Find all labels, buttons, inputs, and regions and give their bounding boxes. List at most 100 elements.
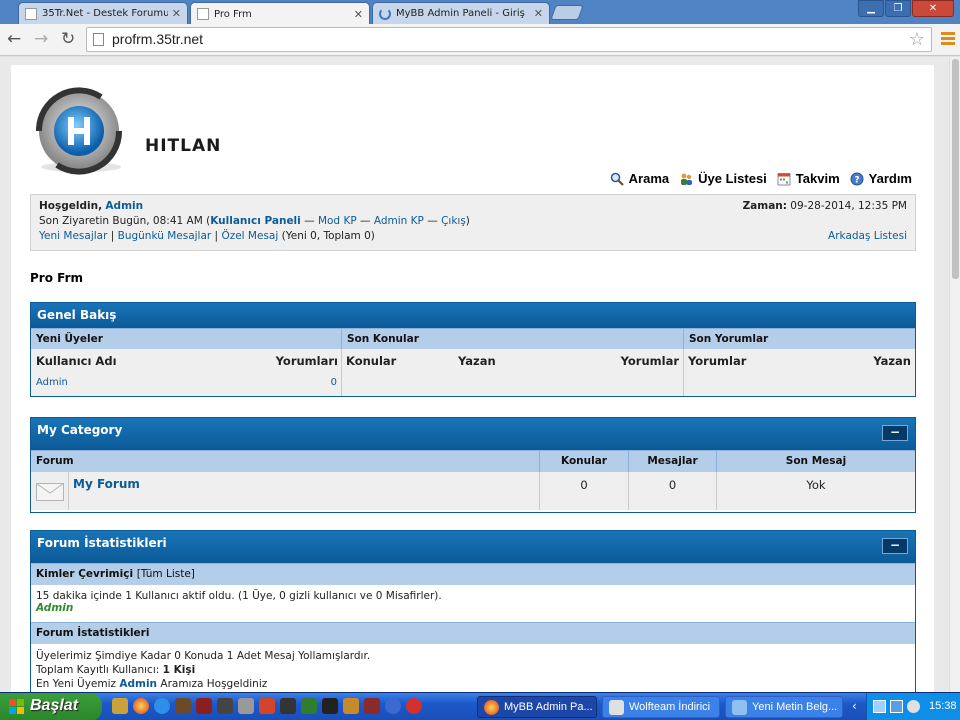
app-icon[interactable] xyxy=(343,698,359,714)
new-posts-link[interactable]: Yeni Mesajlar xyxy=(39,230,107,242)
todays-posts-link[interactable]: Bugünkü Mesajlar xyxy=(118,230,212,242)
url-text: profrm.35tr.net xyxy=(112,31,204,47)
stats-title: Forum İstatistikleri xyxy=(37,536,167,550)
app-icon[interactable] xyxy=(217,698,233,714)
mod-cp-link[interactable]: Mod KP xyxy=(318,215,357,227)
close-window-button[interactable]: ✕ xyxy=(912,0,954,17)
game-icon[interactable] xyxy=(175,698,191,714)
quick-launch xyxy=(112,698,427,714)
browser-viewport: HITLAN Arama Üye Listesi Takvim ? Yardım… xyxy=(0,57,960,692)
page-favicon-icon xyxy=(25,7,37,20)
newest-member-link[interactable]: Admin xyxy=(119,678,157,690)
help-icon: ? xyxy=(850,172,864,186)
app-icon[interactable] xyxy=(385,698,401,714)
restore-button[interactable]: ❐ xyxy=(885,0,911,17)
greeting-text: Hoşgeldin, xyxy=(39,200,103,212)
category-table: My Category − Forum Konular Mesajlar Son… xyxy=(30,417,916,513)
online-user-link[interactable]: Admin xyxy=(36,602,73,614)
tab-mybb-admin[interactable]: MyBB Admin Paneli - Giriş ✕ xyxy=(372,2,550,24)
username-link[interactable]: Admin xyxy=(105,200,143,212)
bookmark-star-icon[interactable]: ☆ xyxy=(909,29,925,50)
help-label: Yardım xyxy=(868,171,912,186)
private-messages-link[interactable]: Özel Mesaj xyxy=(221,230,278,242)
start-label: Başlat xyxy=(30,697,79,714)
site-logo[interactable]: HITLAN xyxy=(31,85,241,175)
overview-header: Genel Bakış xyxy=(31,303,915,328)
category-header: My Category − xyxy=(31,418,915,450)
volume-icon[interactable] xyxy=(907,700,920,713)
tab-title: MyBB Admin Paneli - Giriş xyxy=(396,8,525,19)
chrome-menu-icon[interactable] xyxy=(941,32,955,47)
col-forum: Forum xyxy=(31,451,540,472)
search-link[interactable]: Arama xyxy=(610,171,669,186)
collapse-button[interactable]: − xyxy=(882,425,908,441)
tab-35trnet[interactable]: 35Tr.Net - Destek Forumu ✕ xyxy=(18,2,188,24)
back-arrow-icon[interactable]: ← xyxy=(7,30,21,48)
clock[interactable]: 15:38 xyxy=(929,700,957,712)
stats-line-2: Toplam Kayıtlı Kullanıcı: 1 Kişi xyxy=(36,663,910,677)
help-link[interactable]: ? Yardım xyxy=(850,171,912,186)
tab-title: 35Tr.Net - Destek Forumu xyxy=(42,8,168,19)
app-icon[interactable] xyxy=(280,698,296,714)
task-wolfteam[interactable]: Wolfteam İndirici xyxy=(602,696,720,718)
col-posts: Yorumları xyxy=(275,354,338,368)
app-icon[interactable] xyxy=(196,698,212,714)
envelope-icon xyxy=(36,483,64,501)
ie-icon[interactable] xyxy=(154,698,170,714)
forum-link[interactable]: My Forum xyxy=(73,477,140,491)
total-members: 1 Kişi xyxy=(162,664,196,676)
col-username: Kullanıcı Adı xyxy=(36,354,117,368)
logout-link[interactable]: Çıkış xyxy=(441,215,466,227)
task-mybb-admin[interactable]: MyBB Admin Pa... xyxy=(477,696,597,718)
buddy-list-link[interactable]: Arkadaş Listesi xyxy=(828,230,907,242)
category-title[interactable]: My Category xyxy=(37,423,122,437)
close-icon[interactable]: ✕ xyxy=(172,7,181,20)
windows-logo-icon xyxy=(9,699,24,714)
vertical-scrollbar[interactable] xyxy=(949,57,960,692)
quick-links-line: Yeni Mesajlar | Bugünkü Mesajlar | Özel … xyxy=(39,230,375,242)
tab-pro-frm[interactable]: Pro Frm ✕ xyxy=(190,2,370,25)
chrome-icon[interactable] xyxy=(133,698,149,714)
scroll-thumb[interactable] xyxy=(952,59,959,279)
user-panel-link[interactable]: Kullanıcı Paneli xyxy=(210,215,301,227)
network-icon[interactable] xyxy=(873,700,886,713)
stats-line-1: Üyelerimiz Şimdiye Kadar 0 Konuda 1 Adet… xyxy=(36,650,371,662)
col-posts-title: Yorumlar xyxy=(688,354,747,368)
member-admin-link[interactable]: Admin xyxy=(36,377,68,388)
reload-icon[interactable]: ↻ xyxy=(61,30,75,48)
hitlan-logo-icon xyxy=(35,87,123,175)
member-list-link[interactable]: Üye Listesi xyxy=(679,171,767,186)
new-tab-button[interactable] xyxy=(550,5,584,20)
app-icon[interactable] xyxy=(301,698,317,714)
welcome-line: Hoşgeldin, Admin xyxy=(39,200,143,212)
separator: — xyxy=(356,215,374,227)
app-icon[interactable] xyxy=(322,698,338,714)
task-notepad[interactable]: Yeni Metin Belg... xyxy=(725,696,843,718)
display-icon[interactable] xyxy=(890,700,903,713)
app-icon[interactable] xyxy=(259,698,275,714)
admin-cp-link[interactable]: Admin KP xyxy=(374,215,424,227)
col-author: Yazan xyxy=(458,354,496,368)
collapse-button[interactable]: − xyxy=(882,538,908,554)
minimize-button[interactable]: ▁ xyxy=(858,0,884,17)
calendar-link[interactable]: Takvim xyxy=(777,171,840,186)
quick-launch-icon[interactable] xyxy=(112,698,128,714)
forward-arrow-icon[interactable]: → xyxy=(34,30,48,48)
app-icon[interactable] xyxy=(238,698,254,714)
task-label: Wolfteam İndirici xyxy=(629,701,711,713)
close-icon[interactable]: ✕ xyxy=(534,7,543,20)
app-icon[interactable] xyxy=(364,698,380,714)
yandex-icon[interactable] xyxy=(406,698,422,714)
tray-expand-icon[interactable]: ‹ xyxy=(852,699,857,713)
col-replies: Yorumlar xyxy=(620,354,679,368)
svg-text:?: ? xyxy=(854,175,859,185)
close-icon[interactable]: ✕ xyxy=(354,8,363,21)
category-columns: Forum Konular Mesajlar Son Mesaj xyxy=(31,450,915,472)
start-button[interactable]: Başlat xyxy=(0,693,102,720)
address-bar[interactable]: profrm.35tr.net ☆ xyxy=(86,27,932,52)
member-list-label: Üye Listesi xyxy=(698,171,767,186)
online-list-link[interactable]: [Tüm Liste] xyxy=(137,568,195,581)
member-admin-posts[interactable]: 0 xyxy=(331,377,337,388)
members-icon xyxy=(679,172,693,186)
overview-table: Genel Bakış Yeni Üyeler Son Konular Son … xyxy=(30,302,916,397)
